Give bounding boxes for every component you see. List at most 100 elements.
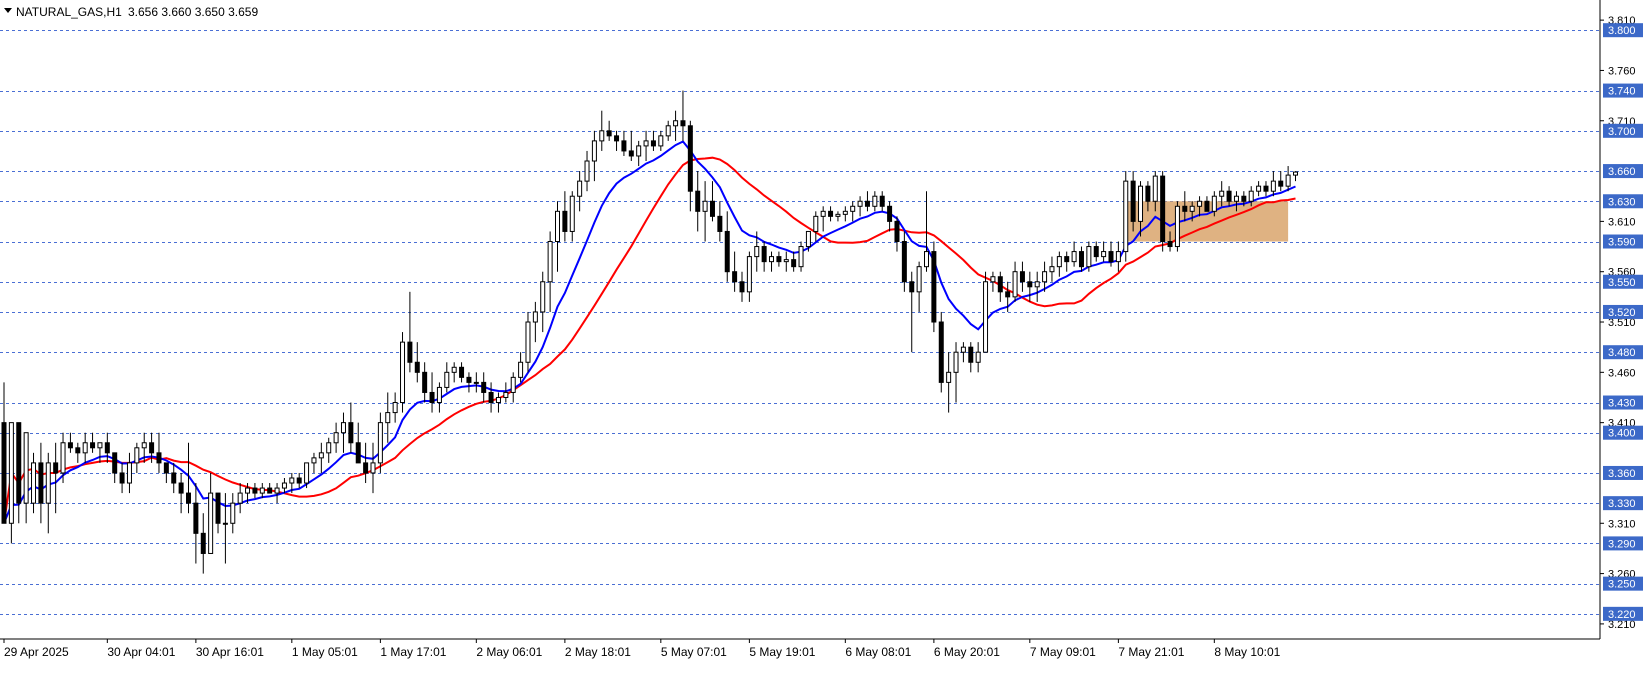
candle-body-down (459, 366, 465, 378)
candle-body-down (828, 210, 834, 217)
candle-body-down (938, 321, 944, 383)
candle-body-down (901, 241, 907, 283)
candle-body-down (1204, 200, 1210, 212)
candle-body-up (1071, 251, 1077, 263)
candle-body-down (621, 140, 627, 152)
candle-body-down (163, 462, 169, 474)
candle-body-down (687, 125, 693, 192)
time-tick-label: 5 May 07:01 (661, 645, 727, 659)
candle-body-up (599, 130, 605, 142)
time-tick-label: 2 May 06:01 (476, 645, 542, 659)
candle-body-up (525, 321, 531, 363)
candle-body-up (385, 412, 391, 424)
candle-body-up (23, 432, 29, 504)
candle-body-up (318, 452, 324, 459)
symbol-header[interactable]: NATURAL_GAS,H1 3.656 3.660 3.650 3.659 (4, 5, 258, 19)
candle-body-down (1182, 205, 1188, 212)
level-badge-label: 3.220 (1608, 609, 1636, 621)
candle-body-up (813, 215, 819, 232)
candle-body-up (850, 205, 856, 212)
candle-body-up (1285, 174, 1291, 187)
candle-body-up (208, 492, 214, 554)
candle-body-up (392, 402, 398, 414)
candle-body-down (864, 200, 870, 207)
candle-body-down (407, 341, 413, 363)
candle-body-down (776, 256, 782, 263)
candle-body-down (791, 259, 797, 268)
time-tick-label: 2 May 18:01 (565, 645, 631, 659)
candle-body-up (1270, 180, 1276, 192)
candle-body-up (1189, 205, 1195, 212)
candle (931, 241, 937, 333)
candle-body-up (1056, 256, 1062, 268)
candle-body-down (149, 442, 155, 454)
candle-body-up (31, 462, 37, 504)
candle-body-up (1248, 190, 1254, 202)
candle-body-up (953, 351, 959, 373)
candle-body-up (473, 381, 479, 384)
candle-body-up (1219, 190, 1225, 197)
candle-body-up (946, 371, 952, 383)
chart-window[interactable]: 3.810 3.760 3.710 3.610 3.560 3.510 3.460 3.410… (0, 0, 1651, 686)
candle-body-down (186, 492, 191, 504)
candle (938, 311, 944, 393)
candle-body-up (134, 447, 140, 464)
candle-body-up (237, 492, 243, 504)
candle-body-up (1086, 246, 1092, 268)
candle-body-up (1152, 175, 1158, 202)
candle-body-down (732, 271, 738, 283)
level-badge-label: 3.660 (1608, 166, 1636, 178)
candle-body-up (1233, 195, 1239, 202)
candle-body-down (193, 502, 199, 534)
candle-body-up (340, 422, 346, 434)
candle-body-down (1130, 180, 1136, 222)
candle-body-up (702, 200, 708, 212)
candle-body-down (1241, 195, 1247, 202)
candle-body-down (1263, 185, 1269, 192)
price-chart[interactable]: 3.8103.7603.7103.6103.5603.5103.4603.410… (0, 0, 1651, 686)
candle-body-up (532, 311, 538, 323)
candle-body-down (680, 120, 686, 127)
candle-body-up (97, 442, 103, 449)
time-tick-label: 30 Apr 04:01 (107, 645, 175, 659)
candle-body-down (1093, 246, 1099, 258)
candle (1160, 171, 1166, 252)
time-tick-label: 8 May 10:01 (1214, 645, 1280, 659)
candle-body-down (1167, 241, 1173, 248)
candle-body-down (355, 442, 361, 464)
candle-body-up (1197, 200, 1203, 207)
candle-body-down (38, 462, 44, 504)
candle-body-up (451, 366, 457, 373)
level-badge-label: 3.480 (1608, 347, 1636, 359)
candle-body-up (835, 213, 841, 217)
candle-body-up (311, 457, 317, 464)
candle-body-up (377, 422, 383, 464)
candle-body-down (709, 200, 715, 217)
candle-body-down (614, 135, 620, 142)
ohlc-values: 3.656 3.660 3.650 3.659 (128, 5, 258, 19)
candle-body-up (990, 276, 996, 283)
level-badge-label: 3.800 (1608, 25, 1636, 37)
candle-body-up (281, 482, 287, 489)
candle-body-down (1064, 256, 1070, 263)
candle-body-up (769, 256, 775, 263)
candle-body-down (761, 246, 767, 263)
time-tick-label: 6 May 20:01 (934, 645, 1000, 659)
time-tick-label: 7 May 09:01 (1030, 645, 1096, 659)
candle-body-up (370, 462, 376, 474)
level-badge-label: 3.330 (1608, 498, 1636, 510)
candle-body-down (1278, 180, 1284, 187)
time-tick-label: 5 May 19:01 (749, 645, 815, 659)
candle-body-up (126, 462, 132, 484)
candle-body-down (75, 447, 81, 454)
candle-body-down (909, 281, 915, 293)
candle-body-down (156, 452, 162, 464)
candle-body-down (171, 472, 177, 484)
candle (983, 271, 989, 353)
candle-body-down (1027, 281, 1033, 288)
candle-body-up (1101, 251, 1107, 258)
candle-body-down (717, 215, 723, 232)
candle-body-up (400, 341, 406, 404)
candle-body-up (1049, 266, 1055, 273)
candle-body-up (333, 432, 339, 444)
